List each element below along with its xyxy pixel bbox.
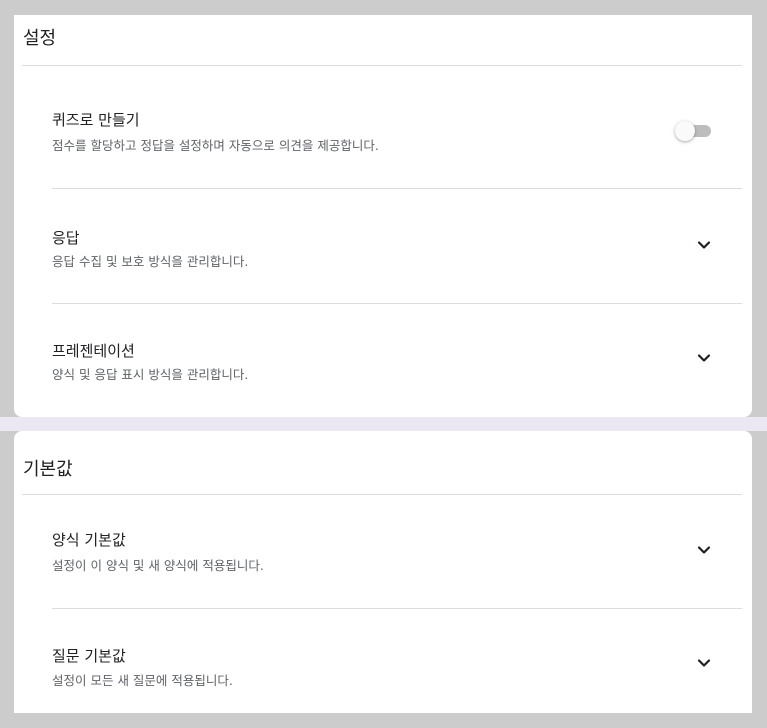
chevron-down-icon[interactable] [696,237,712,253]
question-defaults-row[interactable]: 질문 기본값 설정이 모든 새 질문에 적용됩니다. [52,609,742,713]
defaults-title: 기본값 [23,459,73,480]
settings-title: 설정 [23,28,57,49]
settings-card: 설정 퀴즈로 만들기 점수를 할당하고 정답을 설정하며 자동으로 의견을 제공… [14,15,752,417]
presentation-row-description: 양식 및 응답 표시 방식을 관리합니다. [52,367,249,382]
form-defaults-row[interactable]: 양식 기본값 설정이 이 양식 및 새 양식에 적용됩니다. [52,495,742,609]
chevron-down-icon[interactable] [696,655,712,671]
question-defaults-row-title: 질문 기본값 [52,647,126,665]
section-gap-band [0,417,767,431]
presentation-row-title: 프레젠테이션 [52,342,135,360]
quiz-row-description: 점수를 할당하고 정답을 설정하며 자동으로 의견을 제공합니다. [52,138,379,153]
form-defaults-row-description: 설정이 이 양식 및 새 양식에 적용됩니다. [52,558,264,573]
quiz-row[interactable]: 퀴즈로 만들기 점수를 할당하고 정답을 설정하며 자동으로 의견을 제공합니다… [52,65,742,189]
chevron-down-icon[interactable] [696,350,712,366]
chevron-down-icon[interactable] [696,542,712,558]
responses-row-description: 응답 수집 및 보호 방식을 관리합니다. [52,254,249,269]
presentation-row[interactable]: 프레젠테이션 양식 및 응답 표시 방식을 관리합니다. [52,304,742,417]
defaults-card: 기본값 양식 기본값 설정이 이 양식 및 새 양식에 적용됩니다. 질문 기본… [14,431,752,713]
responses-row-title: 응답 [52,229,80,247]
toggle-thumb [675,121,695,141]
quiz-toggle[interactable] [675,121,711,141]
form-defaults-row-title: 양식 기본값 [52,531,126,549]
question-defaults-row-description: 설정이 모든 새 질문에 적용됩니다. [52,673,233,688]
quiz-row-title: 퀴즈로 만들기 [52,111,140,129]
responses-row[interactable]: 응답 응답 수집 및 보호 방식을 관리합니다. [52,189,742,304]
